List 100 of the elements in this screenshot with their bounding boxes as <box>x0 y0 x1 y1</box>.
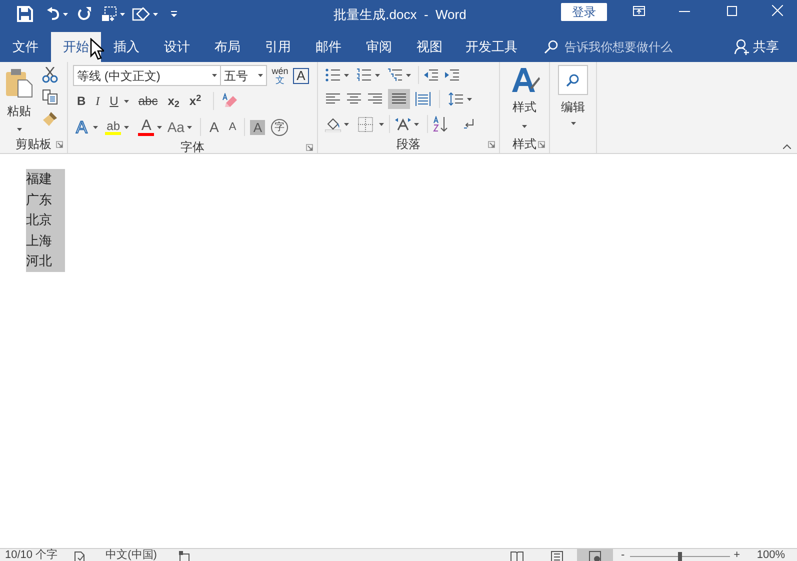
brush-icon[interactable] <box>42 111 58 127</box>
macro-icon[interactable] <box>178 551 190 561</box>
ribbon-tab[interactable]: 审阅 <box>354 32 404 62</box>
caret-icon <box>570 122 576 125</box>
redo-icon[interactable] <box>77 7 91 21</box>
ribbon-tab[interactable]: 引用 <box>252 32 303 62</box>
format-button[interactable]: I <box>92 95 104 107</box>
phonetic-guide-button[interactable]: wén 文 <box>271 66 289 84</box>
print-layout-icon[interactable] <box>550 551 563 561</box>
format-button[interactable]: abc <box>134 95 162 107</box>
caret-icon[interactable] <box>375 74 380 76</box>
copy-icon[interactable] <box>42 89 58 105</box>
align-right-icon[interactable] <box>367 92 383 106</box>
ribbon-tab[interactable]: 开发工具 <box>454 32 528 62</box>
maximize-icon[interactable] <box>727 6 737 16</box>
font-size-field[interactable]: 五号 <box>221 65 267 86</box>
caret-icon[interactable] <box>93 126 98 128</box>
caret-icon[interactable] <box>467 98 472 100</box>
format-button[interactable]: x$_{2}$ <box>164 95 184 107</box>
paste-button[interactable]: 粘贴 <box>0 62 38 135</box>
change-case-button[interactable]: Aa <box>167 120 184 134</box>
sort-icon[interactable] <box>433 116 449 132</box>
font-name-field[interactable]: 等线 (中文正文) <box>73 65 221 86</box>
caret-icon[interactable] <box>414 122 419 126</box>
phonetic-char: 文 <box>276 76 284 84</box>
caret-icon[interactable] <box>344 74 349 76</box>
caret-icon[interactable] <box>124 100 130 102</box>
ribbon-tab[interactable]: 设计 <box>152 32 202 62</box>
bullet-list-icon[interactable] <box>325 68 341 82</box>
format-button[interactable]: x$^{2}$ <box>185 95 206 107</box>
character-shading-button[interactable]: A <box>250 120 266 134</box>
zoom-in-button[interactable]: + <box>732 549 741 561</box>
caret-icon[interactable] <box>120 12 125 16</box>
screenshot-icon[interactable] <box>101 6 117 22</box>
dialog-launcher-icon[interactable] <box>538 141 545 148</box>
ribbon-tab[interactable]: 布局 <box>202 32 252 62</box>
zoom-slider-thumb[interactable] <box>678 552 682 561</box>
ribbon-tab[interactable]: 视图 <box>404 32 454 62</box>
group-label: 剪贴板 <box>16 136 52 153</box>
language-status[interactable]: 中文(中国) <box>106 549 157 561</box>
editing-button[interactable]: 编辑 <box>550 62 596 135</box>
caret-icon[interactable] <box>63 12 68 16</box>
font-color-button[interactable]: A <box>138 118 154 136</box>
grow-font-button[interactable]: A <box>206 120 222 134</box>
shape-icon[interactable] <box>132 6 150 22</box>
ribbon-display-icon[interactable] <box>633 6 645 16</box>
justify-button[interactable] <box>388 89 410 109</box>
phonetic-text: wén <box>272 66 288 76</box>
format-button[interactable]: B <box>73 95 90 107</box>
shrink-font-button[interactable]: A <box>226 122 240 132</box>
character-border-button[interactable]: A <box>293 68 309 84</box>
justify-icon <box>392 93 406 105</box>
enclose-characters-button[interactable]: 字 <box>271 118 288 136</box>
align-left-icon[interactable] <box>325 92 341 106</box>
font-name-value: 等线 (中文正文) <box>77 68 160 84</box>
line-spacing-icon[interactable] <box>448 92 464 106</box>
increase-indent-icon[interactable] <box>444 68 460 82</box>
caret-icon[interactable] <box>124 126 130 128</box>
undo-icon[interactable] <box>46 7 60 21</box>
login-button[interactable]: 登录 <box>561 3 607 21</box>
web-layout-button[interactable] <box>576 549 613 561</box>
align-center-icon[interactable] <box>346 92 362 106</box>
eraser-icon[interactable] <box>222 93 238 109</box>
zoom-percentage[interactable]: 100% <box>756 549 785 561</box>
proofing-icon[interactable] <box>74 551 85 561</box>
styles-button[interactable]: 样式 <box>500 62 549 135</box>
font-color-char: A <box>141 118 152 133</box>
scissors-icon[interactable] <box>42 67 58 83</box>
distribute-icon[interactable] <box>415 92 431 106</box>
tell-me-field[interactable]: 告诉我你想要做什么 <box>564 38 704 56</box>
customize-icon[interactable] <box>171 11 177 17</box>
caret-icon[interactable] <box>379 122 384 126</box>
ribbon-tab[interactable]: 文件 <box>0 32 50 62</box>
zoom-out-button[interactable]: - <box>618 549 627 561</box>
ribbon-tab[interactable]: 邮件 <box>303 32 354 62</box>
caret-icon[interactable] <box>157 126 162 128</box>
shading-icon[interactable] <box>325 116 341 132</box>
caret-icon[interactable] <box>187 126 192 128</box>
caret-icon[interactable] <box>406 74 411 76</box>
caret-icon[interactable] <box>344 122 349 126</box>
format-button[interactable]: U <box>106 95 122 107</box>
chinese-layout-icon[interactable] <box>395 117 411 131</box>
decrease-indent-icon[interactable] <box>423 68 439 82</box>
close-icon[interactable] <box>772 5 783 16</box>
paragraph-mark-icon[interactable] <box>463 118 475 130</box>
borders-icon[interactable] <box>358 116 373 132</box>
share-button[interactable]: 共享 <box>734 32 779 62</box>
caret-icon[interactable] <box>153 12 158 16</box>
ribbon-tab[interactable]: 插入 <box>101 32 152 62</box>
save-icon[interactable] <box>17 6 33 22</box>
group-label: 字体 <box>180 139 204 156</box>
multilevel-list-icon[interactable] <box>387 68 403 82</box>
read-mode-icon[interactable] <box>510 551 524 561</box>
dialog-launcher-icon[interactable] <box>488 141 495 148</box>
numbered-list-icon[interactable] <box>356 68 372 82</box>
dialog-launcher-icon[interactable] <box>56 141 63 148</box>
cursor-icon <box>90 38 104 60</box>
dialog-launcher-icon[interactable] <box>306 144 313 151</box>
highlight-button[interactable]: ab <box>105 120 122 134</box>
collapse-ribbon-icon[interactable] <box>783 144 791 149</box>
